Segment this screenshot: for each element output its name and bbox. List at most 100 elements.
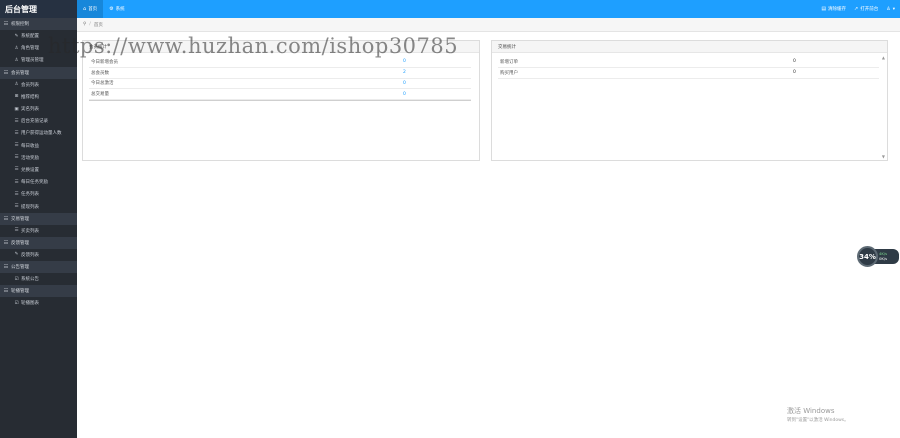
- user-menu-button[interactable]: ♙ ▾: [886, 6, 895, 12]
- gear-icon: ⚙: [109, 6, 114, 12]
- list-icon: ☰: [14, 143, 19, 149]
- nav-item-label: 每日任务奖励: [21, 180, 48, 186]
- tab-home[interactable]: ⌂ 首页: [77, 0, 104, 18]
- wrench-icon: ✎: [14, 33, 19, 39]
- panel-title: 交易统计: [492, 41, 887, 53]
- network-speed-widget[interactable]: 4K/s 0K/s 34%: [857, 246, 899, 267]
- topbar: ⌂ 首页 ⚙ 系统 ▤ 清除缓存 ↗ 打开前台 ♙ ▾: [77, 0, 900, 18]
- users-icon: ☷: [3, 21, 9, 27]
- checkbox-icon: ☑: [14, 300, 19, 306]
- nav-item-system-notice[interactable]: ☑ 系统公告: [0, 273, 77, 285]
- nav-item-exchange[interactable]: ☰ 兑换设置: [0, 164, 77, 176]
- table-row: 总会员数 2: [89, 68, 471, 79]
- nav-item-banner-list[interactable]: ☑ 轮播图表: [0, 297, 77, 309]
- nav-item-label: 会员列表: [21, 82, 39, 88]
- clear-cache-label: 清除缓存: [828, 7, 847, 12]
- user-icon: ♙: [886, 6, 891, 12]
- user-icon: ♙: [14, 45, 19, 51]
- nav-item-label: 每日收益: [21, 143, 39, 149]
- users-icon: ☷: [3, 264, 9, 270]
- user-icon: ♙: [14, 57, 19, 63]
- nav-item-feedback-list[interactable]: ✎ 反馈列表: [0, 249, 77, 261]
- nav-group-members[interactable]: ☷ 会员管理: [0, 66, 77, 79]
- cpu-percent: 34%: [857, 246, 878, 267]
- list-icon: ☰: [14, 167, 19, 173]
- nav-group-feedback[interactable]: ☷ 反馈管理: [0, 236, 77, 249]
- chevron-down-icon: ▾: [892, 6, 895, 12]
- nav-item-activity[interactable]: ☰ 活动奖励: [0, 152, 77, 164]
- nav-group-label: 权限控制: [11, 22, 29, 27]
- topbar-actions: ▤ 清除缓存 ↗ 打开前台 ♙ ▾: [813, 6, 900, 12]
- stat-label: 购买用户: [500, 70, 518, 76]
- stats-list: 新增订单 0 购买用户 0: [498, 57, 879, 79]
- stat-label: 今日总激活: [91, 81, 114, 87]
- stats-list: 今日新增会员 0 总会员数 2 今日总激活 0 总交易量 0: [89, 57, 471, 102]
- nav-group-label: 会员管理: [11, 70, 29, 76]
- stat-label: 新增订单: [500, 59, 518, 65]
- nav-group-label: 公告管理: [11, 265, 29, 270]
- stat-label: 总会员数: [91, 70, 109, 76]
- id-card-icon: ▣: [14, 106, 19, 112]
- nav-item-task-list[interactable]: ☰ 任务列表: [0, 188, 77, 200]
- nav-item-realname[interactable]: ▣ 実名列表: [0, 103, 77, 115]
- nav-item-label: 兑换设置: [21, 167, 39, 173]
- tab-system[interactable]: ⚙ 系统: [103, 0, 130, 18]
- nav-item-label: 管理员管理: [21, 58, 44, 64]
- open-frontend-button[interactable]: ↗ 打开前台: [854, 6, 878, 12]
- table-row: 今日新增会员 0: [89, 57, 471, 68]
- activation-title: 激活 Windows: [787, 407, 835, 415]
- tab-label: 系统: [115, 7, 125, 12]
- edit-icon: ✎: [14, 252, 19, 258]
- nav-item-label: 任务列表: [21, 192, 39, 198]
- nav-group-label: 轮播管理: [11, 289, 29, 295]
- nav-item-label: 轮播图表: [21, 301, 39, 307]
- nav-item-referral[interactable]: ⊞ 推荐结构: [0, 91, 77, 103]
- list-icon: ☰: [14, 118, 19, 124]
- app-logo: 后台管理: [0, 0, 77, 18]
- users-icon: ☷: [3, 239, 9, 246]
- external-link-icon: ↗: [854, 6, 859, 12]
- table-row: 新增订单 0: [498, 57, 879, 68]
- stat-value: 0: [793, 59, 796, 65]
- checkbox-icon: ☑: [14, 276, 19, 282]
- windows-activation-notice: 激活 Windows 转到"设置"以激活 Windows。: [787, 406, 849, 423]
- list-icon: ☰: [14, 204, 19, 210]
- stat-value[interactable]: 0: [403, 59, 406, 64]
- home-icon: ⌂: [83, 6, 87, 12]
- nav-item-sport-users[interactable]: ☰ 用户获得运动量人数: [0, 127, 77, 139]
- nav-item-task-reward[interactable]: ☰ 每日任务奖励: [0, 176, 77, 188]
- member-stats-panel: 会员统计 今日新增会员 0 总会员数 2 今日总激活 0 总交易量 0: [82, 40, 480, 161]
- nav-item-member-list[interactable]: ♙ 会员列表: [0, 79, 77, 91]
- nav-item-trade-list[interactable]: ☰ 买卖列表: [0, 225, 77, 237]
- nav-group-banner[interactable]: ☷ 轮播管理: [0, 285, 77, 298]
- nav-item-label: 実名列表: [21, 107, 39, 113]
- sidebar: 后台管理 ☷ 权限控制 ✎ 系统配置 ♙ 角色管理 ♙ 管理员管理 ☷ 会员管理 ♙ 会员列…: [0, 0, 77, 438]
- nav-item-daily-income[interactable]: ☰ 每日收益: [0, 140, 77, 152]
- clear-cache-button[interactable]: ▤ 清除缓存: [821, 6, 846, 12]
- download-speed: 0K/s: [879, 256, 888, 261]
- nav-item-label: 反馈列表: [21, 252, 39, 258]
- nav-group-trade[interactable]: ☷ 交易管理: [0, 212, 77, 225]
- breadcrumb-current[interactable]: 首页: [94, 22, 103, 28]
- scroll-up-icon[interactable]: ▲: [882, 55, 885, 60]
- users-icon: ☷: [3, 69, 9, 76]
- user-icon: ♙: [14, 82, 19, 88]
- list-icon: ☰: [14, 155, 19, 161]
- nav-item-label: 系统公告: [21, 277, 39, 283]
- sitemap-icon: ⊞: [14, 94, 19, 100]
- stat-value[interactable]: 0: [403, 92, 406, 97]
- nav-group-permission[interactable]: ☷ 权限控制: [0, 18, 77, 30]
- table-row: 今日总激活 0: [89, 79, 471, 90]
- trash-icon: ▤: [821, 6, 827, 12]
- scroll-down-icon[interactable]: ▼: [882, 154, 885, 159]
- nav-item-withdraw[interactable]: ☰ 提现列表: [0, 200, 77, 212]
- location-icon: ⚲: [83, 22, 87, 27]
- nav-group-notice[interactable]: ☷ 公告管理: [0, 261, 77, 273]
- nav-item-recharge[interactable]: ☰ 后台充值记录: [0, 115, 77, 127]
- stat-label: 今日新增会员: [91, 59, 118, 65]
- stat-label: 总交易量: [91, 92, 109, 98]
- stat-value[interactable]: 2: [403, 70, 406, 75]
- stat-value[interactable]: 0: [403, 81, 406, 86]
- list-icon: ☰: [14, 191, 19, 197]
- nav-group-label: 交易管理: [11, 216, 29, 222]
